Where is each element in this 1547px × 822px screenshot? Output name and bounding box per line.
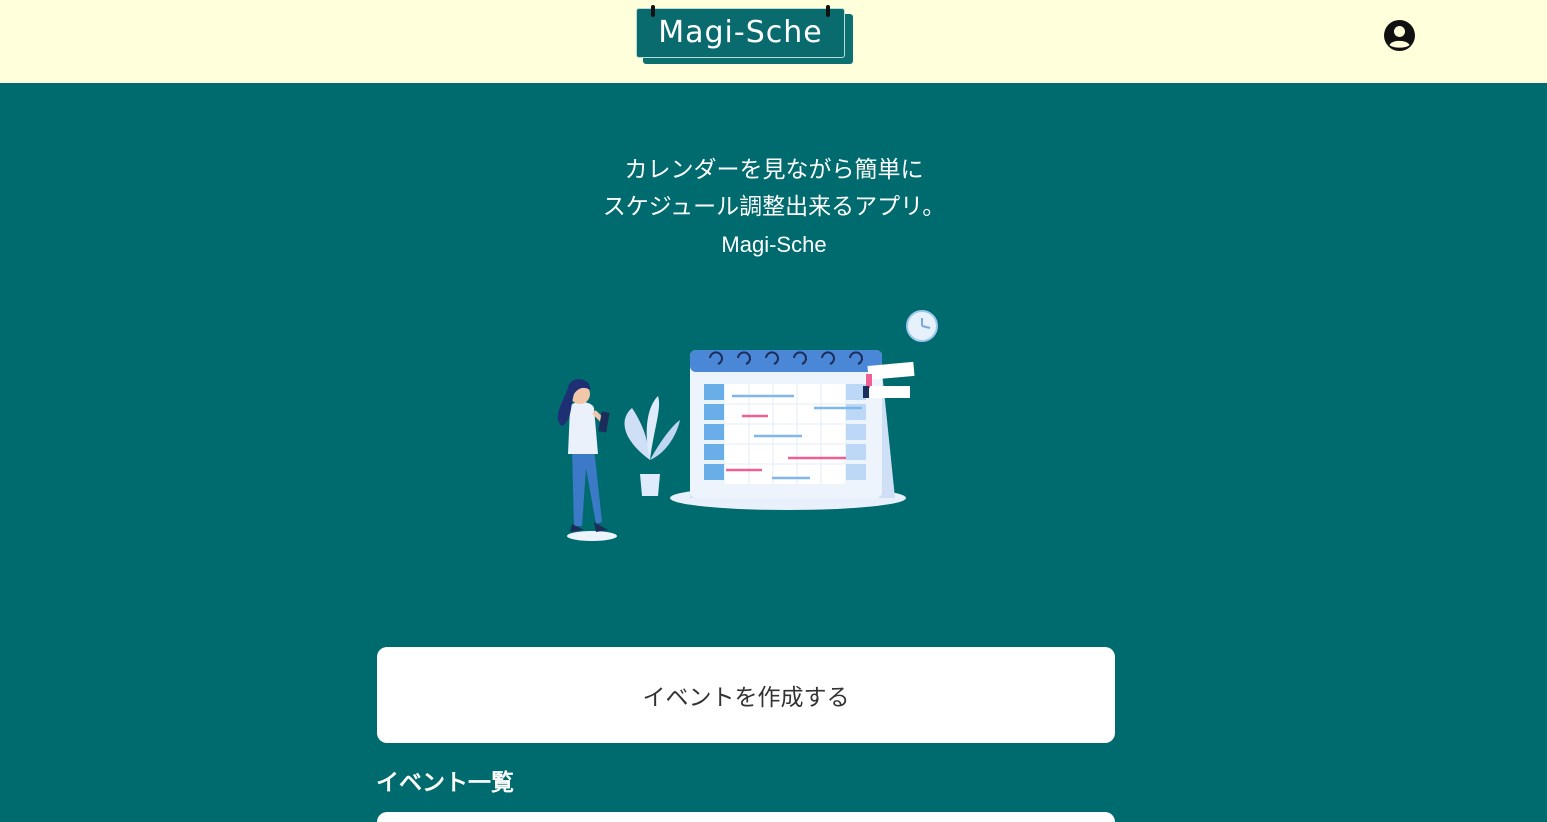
create-event-button[interactable]: イベントを作成する: [377, 647, 1115, 743]
tagline-line-2: スケジュール調整出来るアプリ。: [602, 194, 946, 220]
logo-text: Magi-Sche: [658, 15, 823, 50]
tagline-brand: Magi-Sche: [721, 232, 827, 257]
hero-tagline: カレンダーを見ながら簡単に スケジュール調整出来るアプリ。 Magi-Sche: [474, 152, 1074, 263]
app-logo[interactable]: Magi-Sche: [636, 5, 854, 66]
app-header: Magi-Sche: [0, 0, 1547, 83]
calendar-planning-illustration: [550, 308, 942, 544]
event-list-item[interactable]: [377, 812, 1115, 822]
tagline-line-1: カレンダーを見ながら簡単に: [624, 157, 924, 183]
account-circle-icon: [1384, 20, 1415, 51]
event-list-title: イベント一覧: [376, 770, 514, 796]
account-button[interactable]: [1383, 19, 1416, 52]
create-event-label: イベントを作成する: [642, 685, 850, 711]
